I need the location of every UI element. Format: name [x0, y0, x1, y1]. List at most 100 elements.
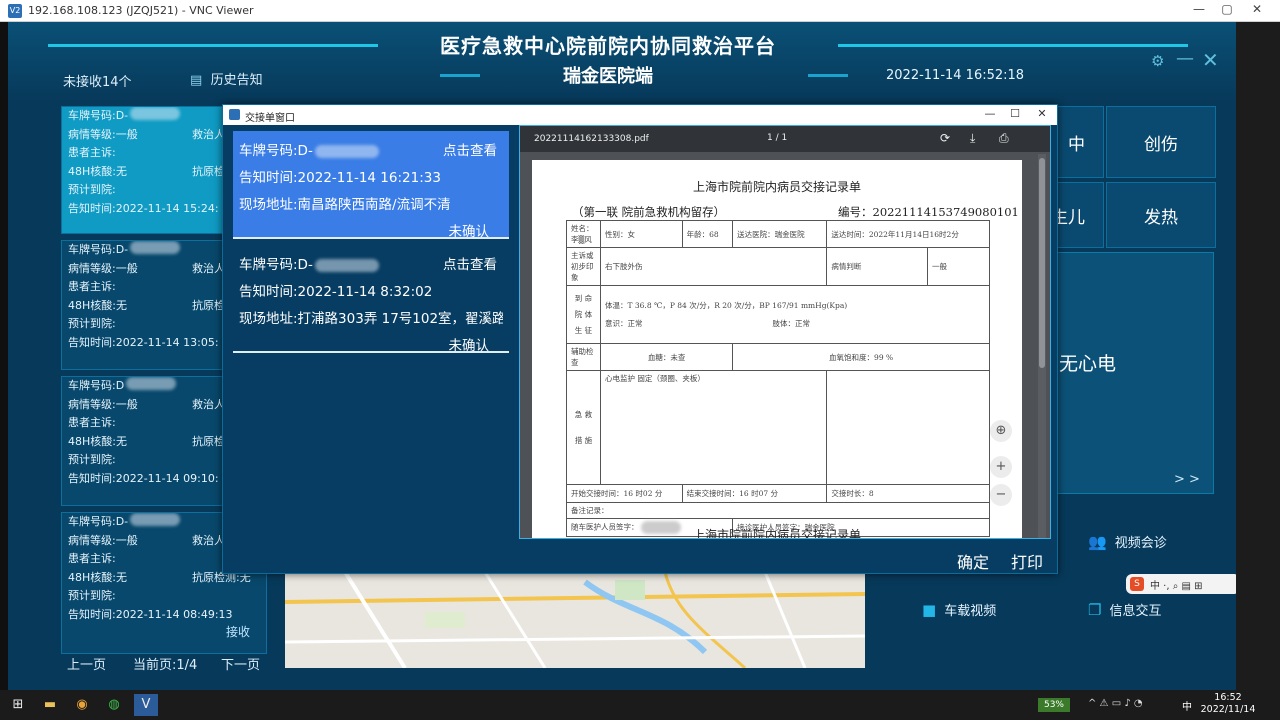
card-eta: 预计到院: — [68, 589, 116, 602]
pdf-toolbar: 20221114162133308.pdf 1 / 1 ⟳ ⤓ ⎙ — [520, 126, 1050, 152]
card-eta: 预计到院: — [68, 183, 116, 196]
view-link[interactable]: 点击查看 — [443, 139, 497, 159]
vehicle-video-label: 车载视频 — [944, 604, 997, 619]
vnc-maximize-button[interactable]: ▢ — [1214, 2, 1240, 20]
card-notified: 告知时间:2022-11-14 15:24: — [68, 201, 219, 215]
download-icon[interactable]: ⤓ — [970, 131, 975, 146]
card-level: 病情等级:一般 — [68, 397, 138, 411]
vnc-logo-icon: V2 — [8, 4, 22, 18]
dialog-close-button[interactable]: ✕ — [1031, 107, 1053, 123]
fever-tile[interactable]: 发热 — [1106, 182, 1216, 248]
pdf-viewer[interactable]: 20221114162133308.pdf 1 / 1 ⟳ ⤓ ⎙ 上海市院前院… — [519, 125, 1051, 539]
fit-page-icon[interactable]: ⊕ — [990, 420, 1012, 442]
platform-title: 医疗急救中心院前院内协同救治平台 — [440, 34, 776, 58]
chrome-icon[interactable]: ◉ — [70, 694, 94, 716]
vnc-minimize-button[interactable]: — — [1186, 2, 1212, 20]
form-complaint: 右下肢外伤 — [599, 247, 828, 286]
taskbar-clock[interactable]: 16:52 2022/11/14 — [1198, 692, 1258, 716]
print-icon[interactable]: ⎙ — [999, 131, 1009, 146]
dialog-title: 交接单窗口 — [245, 113, 295, 124]
print-button[interactable]: 打印 — [1011, 549, 1043, 573]
card-level: 病情等级:一般 — [68, 261, 138, 275]
form-age: 年龄：68 — [681, 220, 734, 248]
trauma-tile[interactable]: 创伤 — [1106, 106, 1216, 178]
form-name: 姓名：李▒风 — [566, 220, 601, 248]
vehicle-video-button[interactable]: ■ 车载视频 — [922, 600, 997, 620]
ime-toolbar[interactable]: S 中 ·, ⌕ ▤ ⊞ — [1126, 574, 1236, 594]
info-exchange-button[interactable]: ❐ 信息交互 — [1088, 600, 1161, 620]
vnc-viewer-taskbar-icon[interactable]: V — [134, 694, 158, 716]
form-notes: 备注记录： — [566, 502, 990, 519]
map-view[interactable] — [285, 572, 865, 668]
dialog-minimize-button[interactable]: — — [979, 107, 1001, 123]
handover-notice[interactable]: 车牌号码:D- 点击查看 告知时间:2022-11-14 8:32:02 现场地址… — [233, 245, 509, 354]
form-complaint-label: 主诉或初步印象 — [566, 247, 601, 286]
notice-status: 未确认 — [448, 224, 490, 240]
file-explorer-icon[interactable]: ▬ — [38, 694, 62, 716]
ime-items: 中 ·, ⌕ ▤ ⊞ — [1150, 580, 1203, 592]
zoom-out-button[interactable]: − — [990, 484, 1012, 506]
ime-indicator[interactable]: 中 — [1182, 698, 1192, 713]
confirm-button[interactable]: 确定 — [957, 549, 989, 573]
handover-notice[interactable]: 车牌号码:D- 点击查看 告知时间:2022-11-14 16:21:33 现场地… — [233, 131, 509, 240]
card-antigen: 抗原检 — [192, 434, 225, 448]
vnc-close-button[interactable]: ✕ — [1244, 2, 1270, 20]
rotate-icon[interactable]: ⟳ — [940, 131, 950, 145]
current-page-label: 当前页:1/4 — [133, 658, 198, 673]
form-duration: 交接时长：8 — [826, 484, 990, 503]
form-limbs: 肢体：正常 — [772, 318, 811, 328]
windows-start-icon[interactable]: ⊞ — [6, 694, 30, 716]
people-icon: 👥 — [1088, 532, 1107, 551]
card-complaint: 患者主诉: — [68, 552, 116, 565]
history-notice-button[interactable]: ▤ 历史告知 — [190, 69, 263, 88]
form-severity: 一般 — [927, 247, 990, 286]
card-level: 病情等级:一般 — [68, 533, 138, 547]
dialog-maximize-button[interactable]: ☐ — [1004, 107, 1026, 123]
card-nat: 48H核酸:无 — [68, 164, 127, 178]
card-nat: 48H核酸:无 — [68, 298, 127, 312]
notice-divider — [233, 351, 509, 353]
map-roads — [285, 572, 865, 668]
card-notified: 告知时间:2022-11-14 13:05: — [68, 335, 219, 349]
next-page-title: 上海市院前院内病员交接记录单 — [692, 528, 861, 539]
form-arrive-time: 送达时间：2022年11月14日16时2分 — [826, 220, 990, 248]
pdf-scroll-thumb[interactable] — [1039, 158, 1045, 368]
notice-status: 未确认 — [448, 338, 490, 354]
view-link[interactable]: 点击查看 — [443, 253, 497, 273]
tray-icons[interactable]: ^ ⚠ ▭ ♪ ◔ — [1088, 698, 1143, 709]
app-minimize-button[interactable]: — — [1176, 48, 1194, 69]
form-vitals: 体温：T 36.8 ℃，P 84 次/分，R 20 次/分，BP 167/91 … — [605, 300, 848, 310]
doc-title: 上海市院前院内病员交接记录单 — [692, 180, 861, 194]
form-measures-blank — [826, 370, 990, 485]
notice-address: 现场地址:打浦路303弄 17号102室，翟溪路纟 — [239, 311, 503, 327]
doc-number: 编号：20221114153749080101 — [838, 205, 1019, 219]
form-sex: 性别：女 — [600, 220, 683, 248]
pager: 上一页 当前页:1/4 下一页 — [61, 652, 271, 674]
plate-blur — [130, 241, 181, 254]
card-complaint: 患者主诉: — [68, 416, 116, 429]
battery-indicator: 53% — [1038, 698, 1070, 712]
wechat-icon[interactable]: ◍ — [102, 694, 126, 716]
gear-icon[interactable]: ⚙ — [1151, 52, 1164, 70]
more-button[interactable]: > > — [1174, 472, 1200, 487]
app-close-button[interactable]: ✕ — [1202, 48, 1219, 72]
notice-time: 告知时间:2022-11-14 16:21:33 — [239, 170, 441, 186]
header-decoration-right — [838, 44, 1188, 47]
receive-button[interactable]: 接收 — [226, 623, 250, 640]
zoom-in-button[interactable]: + — [990, 456, 1012, 478]
header-decoration-left — [48, 44, 378, 47]
plate-blur — [314, 258, 379, 272]
next-page-button[interactable]: 下一页 — [221, 654, 260, 673]
form-end-time: 结束交接时间：16 时07 分 — [681, 484, 828, 503]
prev-page-button[interactable]: 上一页 — [67, 654, 106, 673]
history-notice-label: 历史告知 — [210, 73, 263, 88]
video-consult-button[interactable]: 👥 视频会诊 — [1088, 532, 1167, 552]
card-complaint: 患者主诉: — [68, 146, 116, 159]
form-consciousness: 意识：正常 — [605, 318, 643, 328]
notice-divider — [233, 237, 509, 239]
unreceived-count: 未接收14个 — [63, 75, 132, 90]
card-nat: 48H核酸:无 — [68, 434, 127, 448]
card-treat: 救治人 — [192, 261, 225, 275]
card-level: 病情等级:一般 — [68, 127, 138, 141]
dialog-logo-icon — [229, 109, 240, 120]
